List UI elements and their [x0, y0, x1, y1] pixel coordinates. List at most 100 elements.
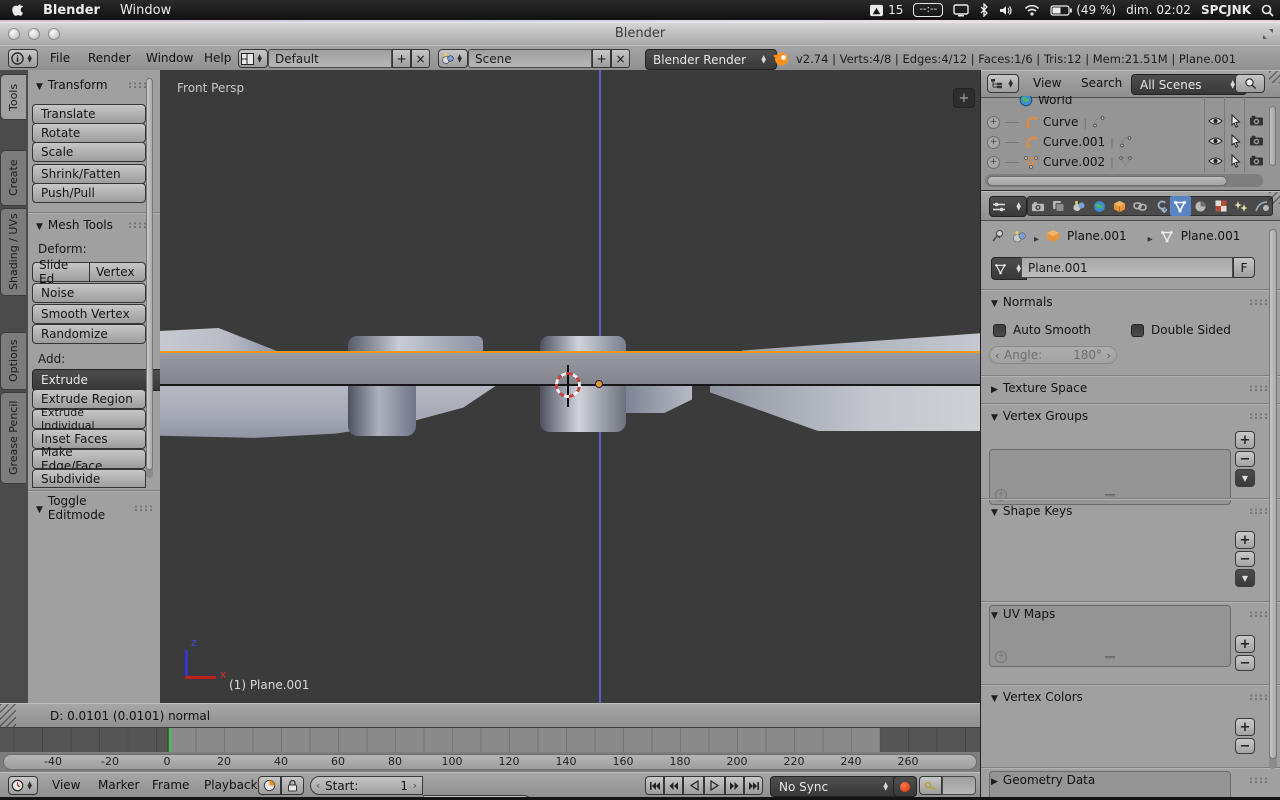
vertex-groups-list[interactable] [989, 449, 1231, 505]
timeline-menu-view[interactable]: View [48, 778, 84, 792]
tab-material[interactable] [1191, 200, 1211, 213]
vertex-group-specials-button[interactable] [1235, 469, 1255, 487]
previous-keyframe-button[interactable] [664, 776, 683, 795]
auto-smooth-toggle[interactable]: Auto Smooth [993, 323, 1091, 337]
display-icon[interactable] [953, 4, 969, 17]
keying-set-field[interactable] [942, 776, 976, 795]
menubar-window-menu[interactable]: Window [110, 3, 181, 18]
tab-scene[interactable] [1069, 200, 1089, 212]
randomize-button[interactable]: Randomize [32, 324, 146, 344]
push-pull-button[interactable]: Push/Pull [32, 183, 146, 203]
auto-smooth-checkbox[interactable] [993, 324, 1006, 337]
area-corner-grip[interactable] [1269, 192, 1280, 204]
close-layout-button[interactable]: × [411, 49, 430, 68]
tab-shading-uvs[interactable]: Shading / UVs [0, 208, 26, 296]
record-button[interactable] [893, 776, 917, 797]
uv-map-add-button[interactable] [1235, 635, 1255, 653]
angle-slider-disabled[interactable]: Angle:180° [989, 346, 1117, 364]
tab-constraints[interactable] [1130, 200, 1150, 212]
current-frame-line[interactable] [169, 728, 171, 753]
cursor-arrow-icon[interactable] [1230, 154, 1241, 168]
vertex-group-add-button[interactable] [1235, 431, 1255, 449]
shape-key-remove-button[interactable] [1235, 551, 1255, 567]
rotate-button[interactable]: Rotate [32, 123, 146, 143]
outliner-menu-search[interactable]: Search [1077, 76, 1126, 90]
noise-button[interactable]: Noise [32, 283, 146, 303]
pin-icon[interactable] [991, 229, 1005, 243]
area-corner-grip[interactable] [0, 704, 16, 728]
outliner-filter-select[interactable]: All Scenes [1131, 74, 1247, 95]
play-button[interactable] [704, 776, 725, 795]
add-scene-button[interactable]: + [592, 49, 611, 68]
shape-key-add-button[interactable] [1235, 531, 1255, 549]
uv-maps-panel-header[interactable]: UV Maps [991, 607, 1269, 621]
filter-plus-icon[interactable] [995, 489, 1007, 501]
double-sided-toggle[interactable]: Double Sided [1131, 323, 1231, 337]
app-badge[interactable]: 15 [869, 3, 903, 17]
play-reverse-button[interactable] [683, 776, 704, 795]
outliner-row-curve-002[interactable]: + Curve.002 | [987, 152, 1132, 172]
jump-to-end-button[interactable] [744, 776, 763, 795]
vertex-colors-panel-header[interactable]: Vertex Colors [991, 690, 1269, 704]
filter-plus-icon[interactable] [995, 651, 1007, 663]
cursor-arrow-icon[interactable] [1230, 114, 1241, 128]
tab-grease-pencil[interactable]: Grease Pencil [0, 392, 26, 484]
smooth-vertex-button[interactable]: Smooth Vertex [32, 304, 146, 324]
subdivide-button[interactable]: Subdivide [32, 469, 146, 488]
timeline-scroll-strip[interactable]: -40 -20 0 20 40 60 80 100 120 140 160 18… [0, 752, 980, 772]
timeline-menu-frame[interactable]: Frame [148, 778, 193, 792]
toolshelf-scrollbar[interactable] [146, 78, 153, 478]
outliner-row-curve-001[interactable]: + Curve.001 | [987, 132, 1132, 152]
tab-options[interactable]: Options [0, 332, 26, 390]
texture-space-panel-header[interactable]: Texture Space [991, 381, 1269, 395]
wifi-icon[interactable] [1024, 4, 1040, 16]
eye-icon[interactable] [1208, 156, 1223, 166]
jump-to-start-button[interactable] [645, 776, 664, 795]
tab-tools[interactable]: Tools [0, 74, 26, 120]
toggle-editmode-panel-header[interactable]: Toggle Editmode [36, 494, 154, 522]
vertex-color-add-button[interactable] [1235, 718, 1255, 736]
scale-button[interactable]: Scale [32, 142, 146, 162]
shape-keys-panel-header[interactable]: Shape Keys [991, 504, 1269, 518]
camera-toggle-icon[interactable] [1249, 115, 1264, 126]
area-corner-grip[interactable] [1269, 71, 1280, 83]
viewport-3d[interactable]: Front Persp + z x (1) Plane.001 [160, 70, 980, 703]
next-keyframe-button[interactable] [725, 776, 744, 795]
outliner-row-curve[interactable]: + Curve | [987, 112, 1105, 132]
render-engine-select[interactable]: Blender Render [645, 49, 777, 70]
menubar-app-name[interactable]: Blender [33, 3, 110, 18]
timer-widget[interactable]: --:-- [913, 3, 943, 17]
outliner-search-button[interactable] [1235, 74, 1265, 93]
scene-name-field[interactable]: Scene [468, 49, 592, 68]
vertex-group-remove-button[interactable] [1235, 451, 1255, 467]
timeline-menu-marker[interactable]: Marker [94, 778, 143, 792]
properties-scrollbar[interactable] [1269, 229, 1277, 769]
uv-map-remove-button[interactable] [1235, 655, 1255, 671]
tab-particles[interactable] [1231, 200, 1251, 213]
tab-world[interactable] [1089, 200, 1109, 213]
mesh-name-input[interactable]: Plane.001 [1021, 257, 1233, 278]
cursor-arrow-icon[interactable] [1230, 134, 1241, 148]
spotlight-icon[interactable] [1261, 4, 1274, 17]
screen-layout-name-field[interactable]: Default [268, 49, 392, 68]
slide-edge-button[interactable]: Slide Ed [32, 262, 90, 282]
tab-render[interactable] [1028, 201, 1048, 212]
eye-icon[interactable] [1208, 136, 1223, 146]
menu-window[interactable]: Window [142, 51, 197, 65]
apple-menu[interactable] [0, 3, 33, 18]
transform-panel-header[interactable]: Transform [36, 78, 148, 92]
fake-user-button[interactable]: F [1233, 257, 1255, 278]
use-preview-range-button[interactable] [258, 776, 281, 795]
window-titlebar[interactable]: Blender [0, 22, 1280, 46]
extrude-select[interactable]: Extrude [32, 369, 164, 391]
expand-icon[interactable]: + [987, 116, 1000, 129]
outliner-row-world[interactable]: World [1019, 96, 1072, 110]
toolshelf-scrollbar-thumb[interactable] [146, 78, 153, 470]
eye-icon[interactable] [1208, 116, 1223, 126]
breadcrumb-object-icon[interactable] [1046, 229, 1060, 243]
geometry-data-panel-header[interactable]: Geometry Data [991, 773, 1269, 787]
breadcrumb-object-name[interactable]: Plane.001 [1067, 229, 1127, 243]
menubar-clock[interactable]: dim. 02:02 [1126, 3, 1191, 17]
slide-vertex-button[interactable]: Vertex [89, 262, 146, 282]
bluetooth-icon[interactable] [979, 3, 989, 17]
